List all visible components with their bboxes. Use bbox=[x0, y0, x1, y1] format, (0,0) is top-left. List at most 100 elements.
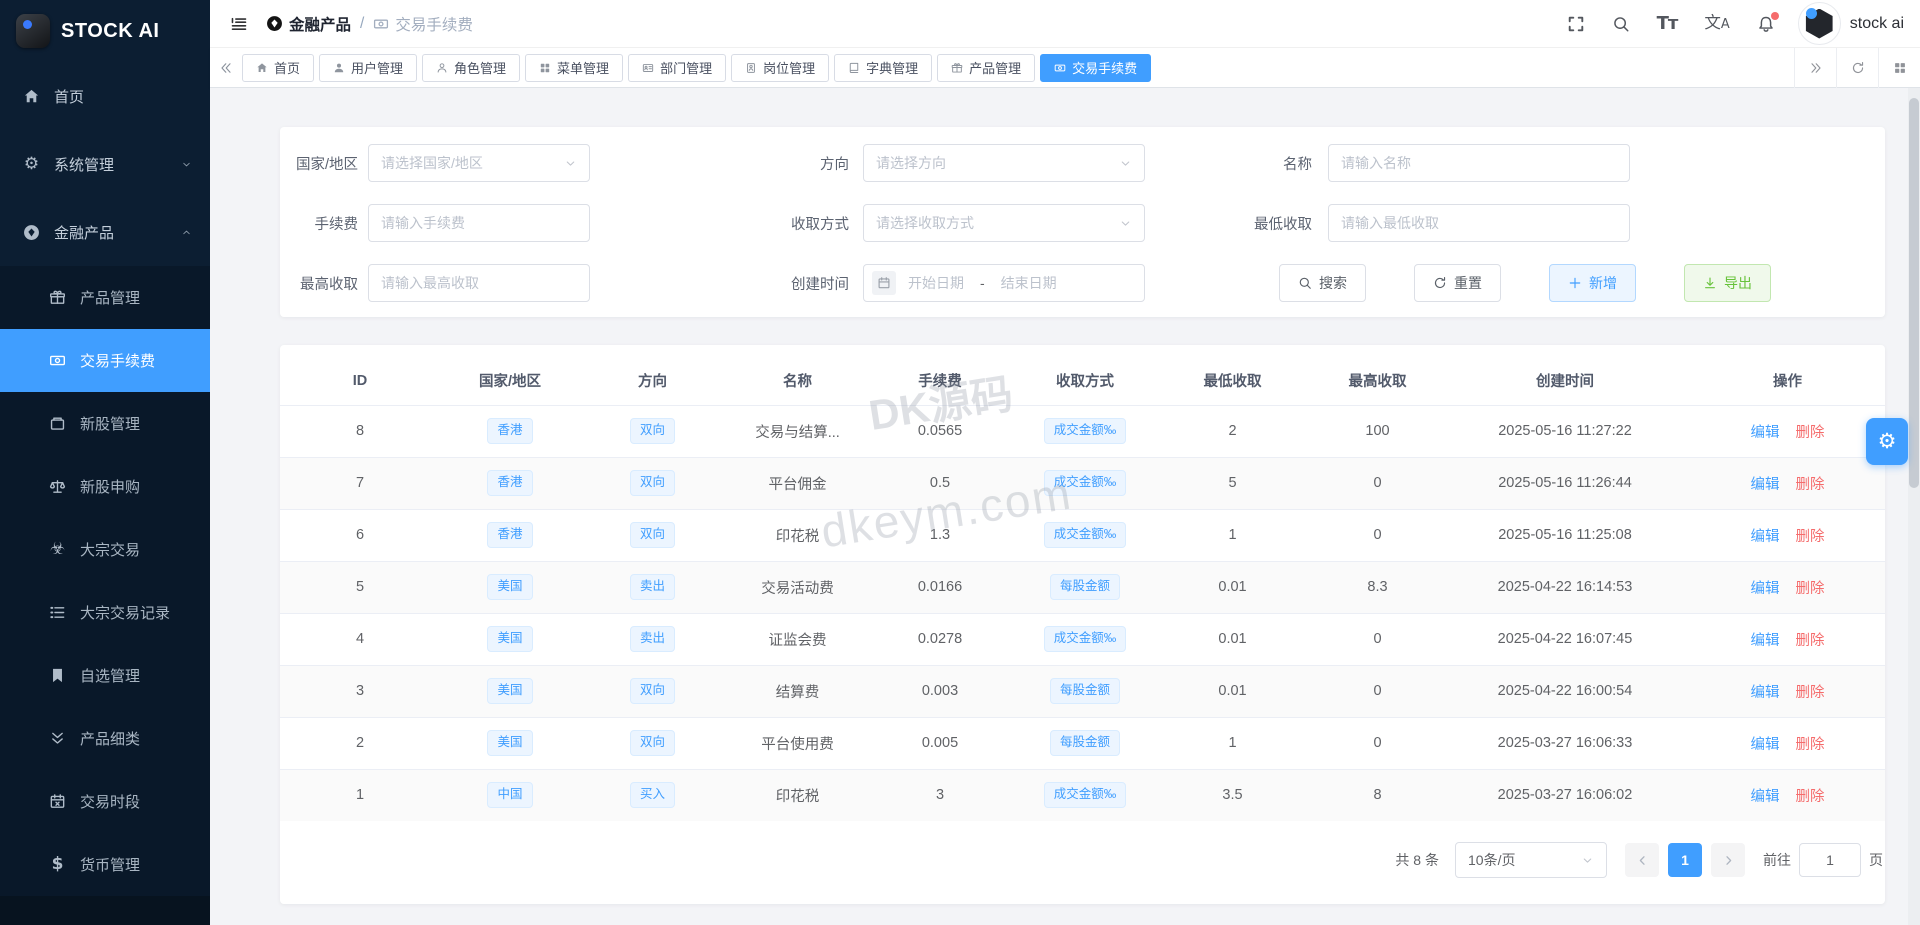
edit-link[interactable]: 编辑 bbox=[1751, 425, 1780, 441]
cell-id: 8 bbox=[280, 404, 440, 457]
column-header: 方向 bbox=[638, 374, 667, 391]
cell-method: 成交金额‰ bbox=[1010, 404, 1160, 457]
prev-page-button[interactable] bbox=[1625, 843, 1659, 877]
direction-select[interactable]: 请选择方向 bbox=[863, 144, 1145, 182]
country-placeholder: 请选择国家/地区 bbox=[381, 155, 483, 171]
refresh-tab-button[interactable] bbox=[1836, 47, 1878, 88]
method-tag: 成交金额‰ bbox=[1043, 626, 1127, 652]
tab-user-management[interactable]: 用户管理 bbox=[319, 53, 418, 82]
sidebar-filler bbox=[0, 896, 210, 925]
delete-link[interactable]: 删除 bbox=[1796, 789, 1825, 805]
cell-min: 3.5 bbox=[1160, 768, 1305, 821]
sidebar-item-label: 大宗交易记录 bbox=[80, 605, 171, 622]
sidebar-item-trading-session[interactable]: 交易时段 bbox=[0, 770, 210, 833]
breadcrumb-parent-label: 金融产品 bbox=[289, 16, 352, 34]
edit-link[interactable]: 编辑 bbox=[1751, 529, 1780, 545]
name-input[interactable] bbox=[1328, 144, 1630, 182]
tab-layout-button[interactable] bbox=[1878, 47, 1920, 88]
user-menu[interactable]: stock ai bbox=[1797, 2, 1904, 45]
cell-region: 美国 bbox=[440, 560, 580, 613]
filter-label-direction: 方向 bbox=[820, 156, 849, 173]
delete-link[interactable]: 删除 bbox=[1796, 529, 1825, 545]
delete-link[interactable]: 删除 bbox=[1796, 581, 1825, 597]
delete-link[interactable]: 删除 bbox=[1796, 425, 1825, 441]
breadcrumb-parent[interactable]: 金融产品 bbox=[266, 13, 351, 35]
table-row: 8 香港 双向 交易与结算... 0.0565 成交金额‰ 2 100 2025-05-16 1… bbox=[280, 404, 1885, 457]
next-page-button[interactable] bbox=[1711, 843, 1745, 877]
edit-link[interactable]: 编辑 bbox=[1751, 685, 1780, 701]
page-size-select[interactable]: 10条/页 bbox=[1455, 842, 1607, 878]
cell-id: 5 bbox=[280, 560, 440, 613]
edit-link[interactable]: 编辑 bbox=[1751, 737, 1780, 753]
chevron-left-icon bbox=[1636, 854, 1649, 867]
font-size-button[interactable]: Tᴛ bbox=[1657, 14, 1679, 33]
filter-field-fee: 手续费 bbox=[294, 204, 754, 242]
sidebar-item-transaction-fee[interactable]: 交易手续费 bbox=[0, 329, 210, 392]
sidebar-item-block-trade[interactable]: ☣ 大宗交易 bbox=[0, 518, 210, 581]
chevron-down-icon bbox=[1581, 854, 1594, 867]
region-tag: 美国 bbox=[487, 626, 533, 652]
page-number-button[interactable]: 1 bbox=[1668, 843, 1702, 877]
tab-menu-management[interactable]: 菜单管理 bbox=[525, 53, 624, 82]
created-time-daterange[interactable]: 开始日期 - 结束日期 bbox=[863, 264, 1145, 302]
breadcrumb-current: 交易手续费 bbox=[373, 13, 473, 35]
settings-fab-button[interactable]: ⚙ bbox=[1866, 418, 1908, 465]
tab-department-management[interactable]: 部门管理 bbox=[628, 53, 727, 82]
cell-max: 0 bbox=[1305, 612, 1450, 665]
reset-button[interactable]: 重置 bbox=[1414, 264, 1501, 302]
cell-direction: 双向 bbox=[580, 404, 725, 457]
sidebar-item-product-subcategory[interactable]: 产品细类 bbox=[0, 707, 210, 770]
table-panel: DK源码 dkeym.com ID 国家/地区 方向 名称 手续费 收取方式 最低收取 最高收… bbox=[280, 345, 1885, 904]
fee-input[interactable] bbox=[368, 204, 590, 242]
notifications-button[interactable] bbox=[1757, 11, 1779, 33]
min-charge-input[interactable] bbox=[1328, 204, 1630, 242]
tabs-scroll-left-button[interactable] bbox=[210, 48, 242, 88]
method-tag: 每股金额 bbox=[1049, 678, 1120, 704]
sidebar-item-new-stock-management[interactable]: 新股管理 bbox=[0, 392, 210, 455]
sidebar-collapse-button[interactable] bbox=[222, 15, 256, 33]
delete-link[interactable]: 删除 bbox=[1796, 477, 1825, 493]
export-button[interactable]: 导出 bbox=[1684, 264, 1771, 302]
sidebar-item-product-management[interactable]: 产品管理 bbox=[0, 266, 210, 329]
fullscreen-button[interactable] bbox=[1567, 15, 1585, 33]
scrollbar-thumb[interactable] bbox=[1909, 98, 1919, 488]
country-select[interactable]: 请选择国家/地区 bbox=[368, 144, 590, 182]
money-icon bbox=[48, 352, 67, 369]
max-charge-input[interactable] bbox=[368, 264, 590, 302]
goto-page-input[interactable] bbox=[1799, 843, 1861, 877]
tab-dictionary-management[interactable]: 字典管理 bbox=[834, 53, 933, 82]
tab-product-management[interactable]: 产品管理 bbox=[937, 53, 1036, 82]
edit-link[interactable]: 编辑 bbox=[1751, 789, 1780, 805]
cell-created: 2025-04-22 16:14:53 bbox=[1450, 560, 1680, 613]
sidebar-item-block-trade-records[interactable]: 大宗交易记录 bbox=[0, 581, 210, 644]
tab-home[interactable]: 首页 bbox=[242, 53, 315, 82]
tab-transaction-fee[interactable]: 交易手续费 bbox=[1040, 53, 1152, 82]
language-button[interactable]: 文A bbox=[1704, 14, 1729, 32]
tabs-scroll-right-button[interactable] bbox=[1794, 47, 1836, 88]
delete-link[interactable]: 删除 bbox=[1796, 685, 1825, 701]
charge-method-select[interactable]: 请选择收取方式 bbox=[863, 204, 1145, 242]
avatar-hexagon-logo bbox=[1805, 8, 1833, 39]
sidebar-item-system-management[interactable]: ⚙ 系统管理 bbox=[0, 130, 210, 198]
scrollbar[interactable] bbox=[1908, 88, 1920, 925]
sidebar-item-currency-management[interactable]: $ 货币管理 bbox=[0, 833, 210, 896]
search-button[interactable] bbox=[1612, 15, 1630, 33]
cell-method: 成交金额‰ bbox=[1010, 456, 1160, 509]
edit-link[interactable]: 编辑 bbox=[1751, 581, 1780, 597]
search-button[interactable]: 搜索 bbox=[1279, 264, 1366, 302]
column-header: 操作 bbox=[1773, 374, 1802, 391]
search-icon bbox=[1612, 15, 1630, 33]
sidebar-item-watchlist-management[interactable]: 自选管理 bbox=[0, 644, 210, 707]
cell-actions: 编辑 删除 bbox=[1680, 456, 1885, 509]
tab-position-management[interactable]: 岗位管理 bbox=[731, 53, 830, 82]
sidebar-item-financial-products[interactable]: 金融产品 bbox=[0, 198, 210, 266]
cell-fee: 0.5 bbox=[870, 456, 1010, 509]
delete-link[interactable]: 删除 bbox=[1796, 633, 1825, 649]
tab-role-management[interactable]: 角色管理 bbox=[422, 53, 521, 82]
edit-link[interactable]: 编辑 bbox=[1751, 477, 1780, 493]
sidebar-item-new-stock-subscription[interactable]: 新股申购 bbox=[0, 455, 210, 518]
edit-link[interactable]: 编辑 bbox=[1751, 633, 1780, 649]
sidebar-item-home[interactable]: 首页 bbox=[0, 62, 210, 130]
delete-link[interactable]: 删除 bbox=[1796, 737, 1825, 753]
add-button[interactable]: 新增 bbox=[1549, 264, 1636, 302]
